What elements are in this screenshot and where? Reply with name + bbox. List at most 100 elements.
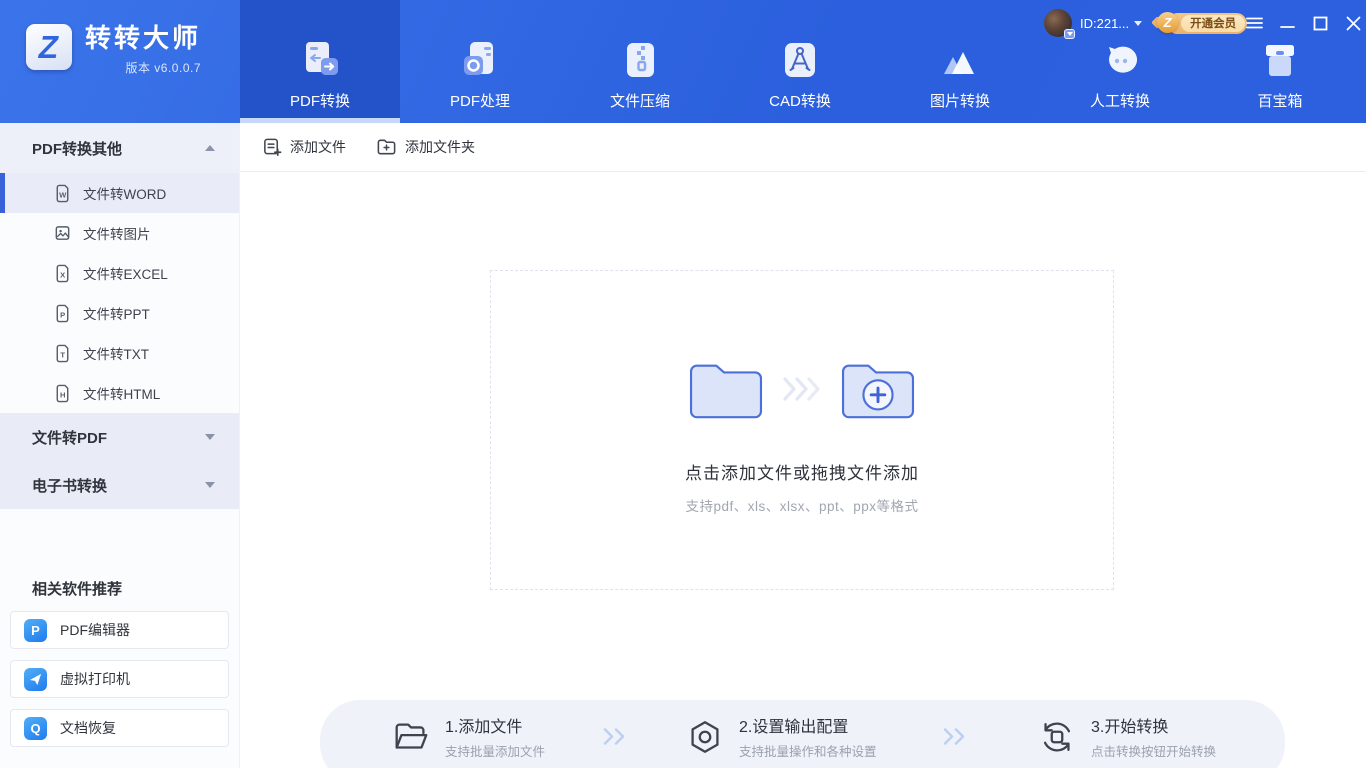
add-file-button[interactable]: 添加文件	[262, 137, 346, 157]
txt-doc-icon: T	[56, 344, 69, 362]
settings-icon	[691, 720, 719, 753]
steps-bar: 1.添加文件 支持批量添加文件 2.设置输出配置 支持批量操作和各种设置 3.开…	[320, 700, 1285, 768]
chevron-down-icon	[205, 434, 215, 440]
chevrons-right-icon	[942, 727, 970, 751]
dropzone-graphic	[685, 355, 919, 423]
step-title: 1.添加文件	[445, 719, 523, 736]
step-desc: 支持批量添加文件	[445, 745, 546, 759]
recommend-heading: 相关软件推荐	[32, 581, 123, 598]
vip-upgrade-button[interactable]: Z 开通会员	[1151, 12, 1248, 34]
vip-label: 开通会员	[1181, 14, 1246, 32]
tab-label: 文件压缩	[609, 93, 670, 110]
sidebar-items: W 文件转WORD 文件转图片 X 文件转EXCEL P 文件转PPT T 文件…	[0, 173, 239, 413]
chevron-down-icon[interactable]	[1134, 20, 1143, 26]
app-window: Z 转转大师 版本 v6.0.0.7 PDF转换 PDF处理 文件压缩 CAD转…	[0, 0, 1366, 768]
sidebar-section-ebook-convert[interactable]: 电子书转换	[0, 461, 239, 509]
tab-pdf-convert[interactable]: PDF转换	[240, 0, 400, 123]
add-folder-large-icon	[841, 364, 915, 419]
close-icon[interactable]	[1343, 13, 1363, 33]
recommended-software: 相关软件推荐 P PDF编辑器 虚拟打印机 Q 文档恢复	[0, 578, 239, 758]
image-icon	[55, 225, 70, 240]
ppt-doc-icon: P	[56, 304, 69, 322]
sidebar-item-label: 文件转图片	[83, 227, 151, 242]
step-title: 2.设置输出配置	[739, 719, 849, 736]
add-folder-label: 添加文件夹	[405, 139, 475, 155]
recommend-virtual-printer[interactable]: 虚拟打印机	[10, 660, 229, 698]
sidebar-item-file-to-ppt[interactable]: P 文件转PPT	[0, 293, 239, 333]
manual-convert-icon	[1097, 36, 1143, 84]
tab-label: 百宝箱	[1257, 93, 1303, 110]
pdf-process-icon	[457, 36, 503, 84]
sidebar-item-label: 文件转TXT	[83, 347, 149, 362]
section-label: PDF转换其他	[32, 140, 123, 158]
avatar[interactable]	[1044, 9, 1075, 39]
sidebar-item-file-to-html[interactable]: H 文件转HTML	[0, 373, 239, 413]
user-id[interactable]: ID:221...	[1080, 16, 1129, 31]
cad-convert-icon	[777, 36, 823, 84]
word-doc-icon: W	[56, 184, 69, 202]
sidebar-item-label: 文件转PPT	[83, 307, 150, 322]
tab-image-convert[interactable]: 图片转换	[880, 0, 1040, 123]
file-dropzone[interactable]: 点击添加文件或拖拽文件添加 支持pdf、xls、xlsx、ppt、ppx等格式	[490, 270, 1114, 590]
sidebar-item-label: 文件转WORD	[83, 187, 167, 202]
tab-pdf-process[interactable]: PDF处理	[400, 0, 560, 123]
sidebar-item-file-to-image[interactable]: 文件转图片	[0, 213, 239, 253]
svg-text:H: H	[60, 390, 65, 399]
dropzone-subtitle: 支持pdf、xls、xlsx、ppt、ppx等格式	[685, 499, 919, 514]
chevron-up-icon	[205, 145, 215, 151]
window-controls	[1244, 13, 1363, 33]
vip-z-icon: Z	[1157, 12, 1179, 33]
add-file-icon	[264, 138, 282, 156]
sidebar-item-file-to-excel[interactable]: X 文件转EXCEL	[0, 253, 239, 293]
step-title: 3.开始转换	[1091, 719, 1169, 736]
titlebar: Z 转转大师 版本 v6.0.0.7 PDF转换 PDF处理 文件压缩 CAD转…	[0, 0, 1366, 123]
svg-text:W: W	[59, 190, 67, 199]
chevrons-right-icon	[602, 727, 630, 751]
dropzone-title: 点击添加文件或拖拽文件添加	[685, 464, 919, 483]
recommend-doc-recovery[interactable]: Q 文档恢复	[10, 709, 229, 747]
doc-recovery-icon: Q	[24, 716, 47, 740]
minimize-icon[interactable]	[1277, 13, 1297, 33]
app-title: 转转大师	[85, 23, 202, 53]
folder-icon	[689, 364, 763, 419]
recommend-label: 文档恢复	[60, 720, 116, 736]
treasure-box-icon	[1257, 36, 1303, 84]
add-folder-button[interactable]: 添加文件夹	[376, 137, 475, 157]
add-folder-icon	[377, 139, 396, 155]
step-start-convert: 3.开始转换 点击转换按钮开始转换	[1036, 713, 1216, 760]
html-doc-icon: H	[56, 384, 69, 402]
pdf-convert-icon	[297, 36, 343, 84]
sidebar-section-file-to-pdf[interactable]: 文件转PDF	[0, 413, 239, 461]
sidebar-item-file-to-txt[interactable]: T 文件转TXT	[0, 333, 239, 373]
tab-label: 人工转换	[1089, 93, 1150, 110]
step-output-settings: 2.设置输出配置 支持批量操作和各种设置	[684, 713, 877, 760]
step-desc: 点击转换按钮开始转换	[1091, 745, 1217, 759]
svg-text:T: T	[60, 350, 65, 359]
main-content: 添加文件 添加文件夹 点击添加文件或拖拽文件添加 支持pdf、xls、xlsx、…	[240, 123, 1366, 768]
maximize-icon[interactable]	[1310, 13, 1330, 33]
tab-label: PDF转换	[289, 93, 350, 110]
toolbar: 添加文件 添加文件夹	[240, 123, 1366, 172]
svg-text:P: P	[60, 310, 65, 319]
tab-cad-convert[interactable]: CAD转换	[720, 0, 880, 123]
tab-label: PDF处理	[449, 93, 510, 110]
app-version: 版本 v6.0.0.7	[125, 60, 202, 75]
folder-icon	[395, 722, 428, 749]
tab-label: CAD转换	[769, 93, 831, 110]
sidebar-item-file-to-word[interactable]: W 文件转WORD	[0, 173, 239, 213]
svg-text:X: X	[60, 270, 65, 279]
virtual-printer-icon	[24, 667, 47, 691]
step-add-file: 1.添加文件 支持批量添加文件	[390, 713, 545, 760]
chevron-down-icon	[205, 482, 215, 488]
tab-file-compress[interactable]: 文件压缩	[560, 0, 720, 123]
convert-refresh-icon	[1043, 721, 1071, 752]
section-label: 文件转PDF	[32, 429, 108, 447]
hamburger-menu-icon[interactable]	[1244, 13, 1264, 33]
file-compress-icon	[617, 36, 663, 84]
tab-label: 图片转换	[929, 93, 990, 110]
sidebar: PDF转换其他 W 文件转WORD 文件转图片 X 文件转EXCEL P 文件转…	[0, 123, 240, 768]
recommend-pdf-editor[interactable]: P PDF编辑器	[10, 611, 229, 649]
sidebar-section-pdf-convert-other[interactable]: PDF转换其他	[0, 123, 239, 173]
step-desc: 支持批量操作和各种设置	[739, 745, 877, 759]
user-area: ID:221... Z 开通会员	[1044, 8, 1248, 39]
